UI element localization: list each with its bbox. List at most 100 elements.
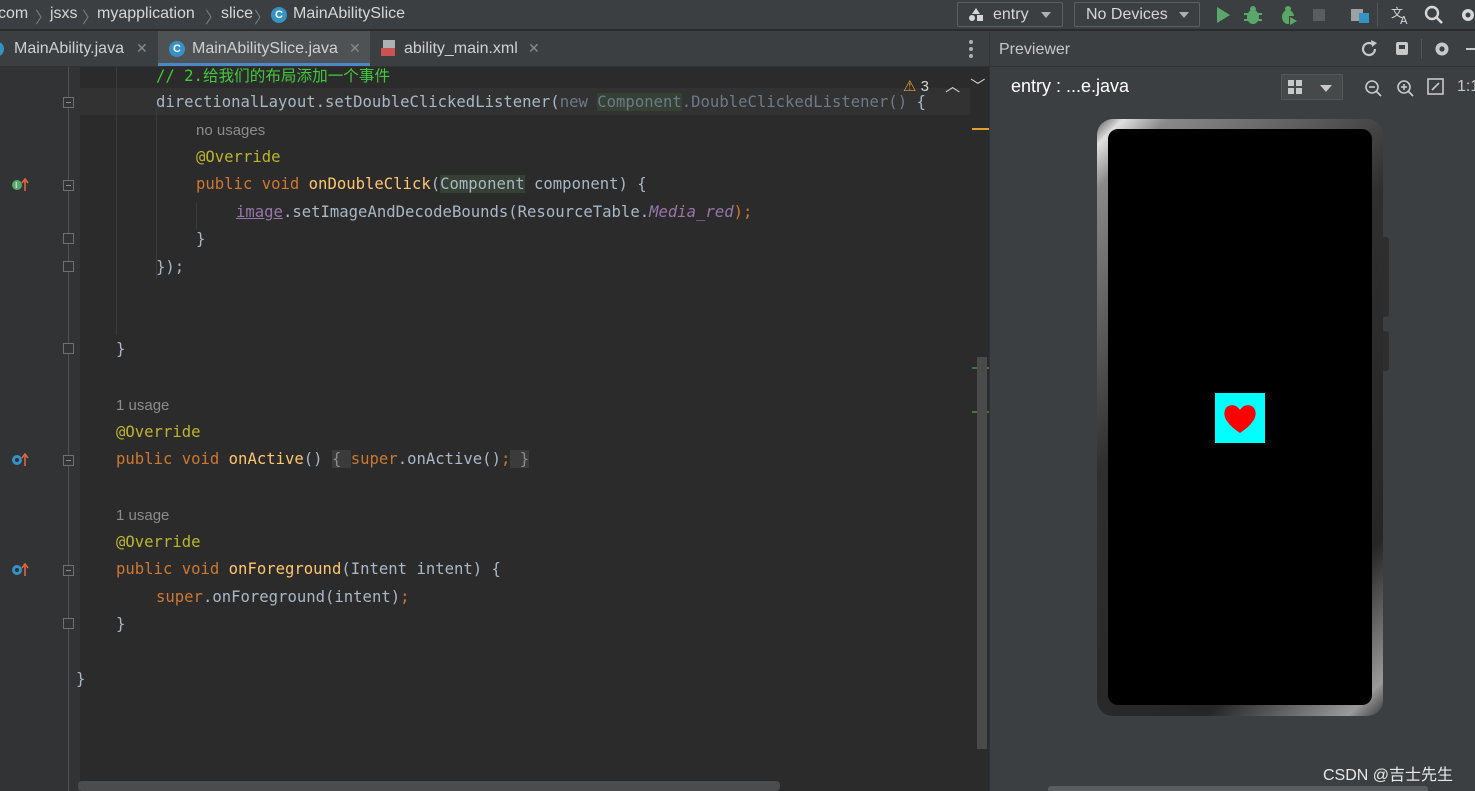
stop-icon[interactable] xyxy=(1309,5,1329,25)
class-icon xyxy=(0,42,4,56)
zoom-in-icon[interactable] xyxy=(1396,79,1414,97)
code-line[interactable]: } xyxy=(116,611,125,638)
close-icon[interactable]: ✕ xyxy=(349,31,361,66)
heart-icon xyxy=(1224,405,1256,433)
watermark: CSDN @吉士先生 xyxy=(1323,767,1454,784)
close-icon[interactable]: ✕ xyxy=(528,31,540,66)
tab-label: ability_main.xml xyxy=(404,40,518,57)
tab-ability-main-xml[interactable]: ability_main.xml ✕ xyxy=(371,31,549,66)
fold-marker[interactable] xyxy=(63,565,74,576)
code-annotation: @Override xyxy=(196,148,281,166)
code-line[interactable]: } xyxy=(76,666,85,693)
device-side-button xyxy=(1383,237,1389,317)
breadcrumb-slice[interactable]: slice xyxy=(221,5,253,23)
breadcrumb-com[interactable]: com xyxy=(0,5,28,23)
close-icon[interactable]: ✕ xyxy=(136,31,148,66)
previewer-title: Previewer xyxy=(999,41,1071,58)
implements-method-icon[interactable]: I xyxy=(11,178,29,192)
code-annotation: @Override xyxy=(116,533,201,551)
breadcrumb-myapplication[interactable]: myapplication xyxy=(97,5,195,23)
breadcrumb-mainabilityslice[interactable]: MainAbilitySlice xyxy=(293,5,405,23)
chevron-down-icon xyxy=(1179,12,1189,18)
fold-marker[interactable] xyxy=(63,180,74,191)
inspection-widget[interactable]: ⚠ 3 ︿ ﹀ xyxy=(903,75,985,96)
previewer-entry-label: entry : ...e.java xyxy=(1011,76,1130,96)
code-line[interactable]: image.setImageAndDecodeBounds(ResourceTa… xyxy=(236,199,752,226)
code-line[interactable]: super.onForeground(intent); xyxy=(156,584,410,611)
code-line[interactable]: } xyxy=(196,226,205,253)
translate-icon[interactable]: 文 A xyxy=(1391,5,1411,25)
device-selector-label: No Devices xyxy=(1086,6,1168,23)
actual-size-label[interactable]: 1:1 xyxy=(1457,78,1475,96)
debug-icon[interactable] xyxy=(1243,5,1263,25)
project-structure-icon[interactable] xyxy=(1350,5,1370,25)
fit-screen-icon[interactable] xyxy=(1427,78,1445,96)
code-line[interactable]: }); xyxy=(156,254,184,281)
previewer-canvas: CSDN @吉士先生 xyxy=(990,106,1475,791)
previewer-header: Previewer xyxy=(990,31,1475,67)
fold-marker[interactable] xyxy=(63,455,74,466)
device-frame xyxy=(1097,119,1389,716)
device-screen xyxy=(1108,129,1372,705)
zoom-out-icon[interactable] xyxy=(1364,79,1382,97)
breadcrumb-separator: 〉 xyxy=(35,10,52,27)
overrides-method-icon[interactable] xyxy=(11,563,29,577)
refresh-icon[interactable] xyxy=(1360,40,1378,58)
device-side-button xyxy=(1383,331,1389,371)
fold-marker[interactable] xyxy=(63,97,74,108)
header-divider xyxy=(1421,39,1422,59)
chevron-up-icon[interactable]: ︿ xyxy=(945,78,960,95)
layout-selector[interactable] xyxy=(1281,74,1343,100)
usage-hint[interactable]: 1 usage xyxy=(116,397,169,414)
tab-mainability[interactable]: MainAbility.java ✕ xyxy=(0,31,157,66)
svg-text:I: I xyxy=(15,181,17,190)
toolbar-divider xyxy=(1377,3,1378,27)
more-tabs-icon[interactable] xyxy=(969,40,973,58)
preview-image[interactable] xyxy=(1215,393,1265,443)
class-icon: C xyxy=(271,7,287,23)
code-line[interactable]: public void onDoubleClick(Component comp… xyxy=(196,171,647,198)
module-selector-label: entry xyxy=(993,6,1029,23)
code-editor[interactable]: I // 2.给我们的布局添加一个事件 directionalLayout.se… xyxy=(0,67,989,791)
profile-icon[interactable] xyxy=(1278,5,1298,25)
fold-marker[interactable] xyxy=(63,233,74,244)
tab-mainabilityslice[interactable]: C MainAbilitySlice.java ✕ xyxy=(158,31,370,66)
warning-stripe[interactable] xyxy=(972,128,989,130)
settings-icon[interactable] xyxy=(1433,40,1451,58)
fold-marker[interactable] xyxy=(63,618,74,629)
indent-guide xyxy=(116,67,117,335)
tab-label: MainAbilitySlice.java xyxy=(192,40,338,57)
xml-file-icon xyxy=(381,40,395,56)
run-icon[interactable] xyxy=(1213,5,1233,25)
module-icon xyxy=(969,8,983,21)
horizontal-scrollbar[interactable] xyxy=(78,781,780,791)
breadcrumb-separator: 〉 xyxy=(254,10,271,27)
navigation-bar: com 〉 jsxs 〉 myapplication 〉 slice 〉 C M… xyxy=(0,0,1475,30)
fold-marker[interactable] xyxy=(63,261,74,272)
chevron-down-icon[interactable]: ﹀ xyxy=(970,78,985,95)
svg-text:A: A xyxy=(1400,14,1408,25)
search-icon[interactable] xyxy=(1424,5,1444,25)
breadcrumb-separator: 〉 xyxy=(205,10,222,27)
fold-marker[interactable] xyxy=(63,343,74,354)
code-line[interactable]: } xyxy=(116,336,125,363)
code-line[interactable]: public void onForeground(Intent intent) … xyxy=(116,556,501,583)
code-line[interactable]: public void onActive() { super.onActive(… xyxy=(116,446,530,473)
code-annotation: @Override xyxy=(116,423,201,441)
overrides-method-icon[interactable] xyxy=(11,453,29,467)
minimize-icon[interactable] xyxy=(1466,48,1475,50)
previewer-horizontal-scrollbar[interactable] xyxy=(1048,786,1428,791)
breadcrumb-separator: 〉 xyxy=(82,10,99,27)
editor-tab-bar: MainAbility.java ✕ C MainAbilitySlice.ja… xyxy=(0,31,989,67)
inspect-icon[interactable] xyxy=(1393,40,1411,58)
module-selector[interactable]: entry xyxy=(957,2,1063,27)
breadcrumb-jsxs[interactable]: jsxs xyxy=(50,5,78,23)
device-selector[interactable]: No Devices xyxy=(1074,2,1200,27)
warning-icon: ⚠ xyxy=(903,78,917,95)
vertical-scrollbar[interactable] xyxy=(977,357,987,749)
code-line[interactable]: directionalLayout.setDoubleClickedListen… xyxy=(156,89,926,116)
usage-hint[interactable]: 1 usage xyxy=(116,507,169,524)
settings-icon[interactable] xyxy=(1458,5,1475,25)
previewer-subtoolbar: entry : ...e.java 1:1 xyxy=(990,68,1475,106)
usage-hint[interactable]: no usages xyxy=(196,122,265,139)
